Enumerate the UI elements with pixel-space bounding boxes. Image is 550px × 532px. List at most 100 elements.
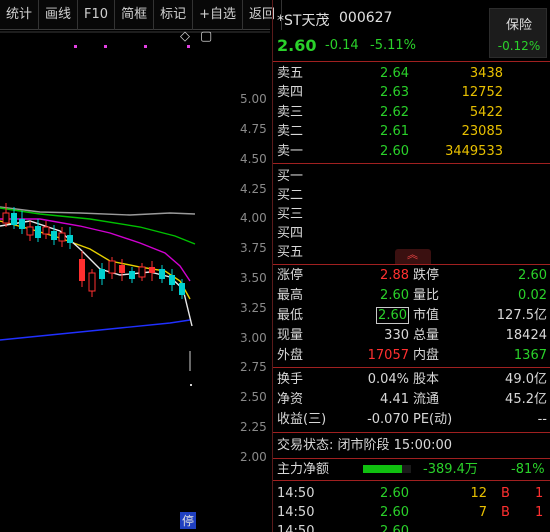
- trading-status: 交易状态: 闭市阶段 15:00:00: [277, 438, 453, 453]
- total-shares-label: 股本: [413, 372, 440, 387]
- orderbook-divider: [273, 163, 550, 164]
- volume-ratio-value: 0.02: [518, 288, 547, 303]
- tick-side: B: [501, 505, 510, 520]
- tick-row[interactable]: 14:50 2.60 12 B 1: [273, 484, 550, 503]
- quote-row: 收益(三) -0.070 PE(动) --: [273, 410, 550, 429]
- tick-volume: 12: [470, 486, 487, 501]
- current-volume-label: 现量: [277, 328, 304, 343]
- total-volume-value: 18424: [505, 328, 547, 343]
- ask-volume: 12752: [461, 85, 503, 100]
- pe-value: --: [537, 412, 547, 427]
- tick-time: 14:50: [277, 505, 315, 520]
- capital-flow-pct: -81%: [511, 462, 545, 477]
- y-tick-label: 5.00: [240, 92, 267, 106]
- ask-row[interactable]: 卖二 2.61 23085: [273, 122, 550, 141]
- y-tick-label: 4.00: [240, 211, 267, 225]
- ask-volume: 3438: [469, 66, 503, 81]
- collapse-orderbook-button[interactable]: ︽: [395, 248, 431, 265]
- y-tick-label: 2.25: [240, 420, 267, 434]
- ask-volume: 5422: [469, 105, 503, 120]
- kline-svg[interactable]: [0, 31, 270, 532]
- quote-panel: *ST天茂 000627 2.60 -0.14 -5.11% 保险 -0.12%…: [272, 0, 550, 532]
- ask-label: 卖二: [277, 124, 304, 139]
- pe-label: PE(动): [413, 412, 453, 427]
- y-tick-label: 4.75: [240, 122, 267, 136]
- quote-row: 外盘 17057 内盘 1367: [273, 346, 550, 365]
- limit-down-value: 2.60: [518, 268, 547, 283]
- tick-row[interactable]: 14:50 2.60: [273, 522, 550, 532]
- y-tick-label: 3.00: [240, 331, 267, 345]
- tick-volume: 7: [478, 505, 487, 520]
- low-value: 2.60: [313, 306, 409, 325]
- ma120-line: [0, 206, 196, 216]
- capital-flow-value: -389.4万: [423, 462, 478, 477]
- limit-down-label: 跌停: [413, 268, 440, 283]
- toolbar-f10-button[interactable]: F10: [78, 0, 116, 30]
- toolbar-simple-frame-button[interactable]: 简框: [115, 0, 155, 30]
- inner-volume-value: 1367: [513, 348, 547, 363]
- bid-label: 买五: [277, 245, 304, 260]
- high-value: 2.60: [380, 288, 409, 303]
- capital-flow-bar-track: [363, 465, 411, 473]
- capital-flow-bar-fill: [363, 465, 402, 473]
- y-tick-label: 2.75: [240, 360, 267, 374]
- ask-row[interactable]: 卖三 2.62 5422: [273, 103, 550, 122]
- tick-row[interactable]: 14:50 2.60 7 B 1: [273, 503, 550, 522]
- ask-row[interactable]: 卖四 2.63 12752: [273, 83, 550, 102]
- quote-divider: [273, 432, 550, 433]
- tick-count: 1: [535, 486, 544, 501]
- bid-row[interactable]: 买三: [273, 205, 550, 224]
- low-value-box: 2.60: [376, 307, 409, 324]
- toolbar-draw-button[interactable]: 画线: [39, 0, 79, 30]
- turnover-value: 0.04%: [367, 372, 409, 387]
- y-tick-label: 4.25: [240, 182, 267, 196]
- toolbar-mark-button[interactable]: 标记: [154, 0, 194, 30]
- low-label: 最低: [277, 308, 304, 323]
- suspension-badge: 停: [180, 512, 197, 529]
- y-tick-label: 4.50: [240, 152, 267, 166]
- quote-row: 涨停 2.88 跌停 2.60: [273, 266, 550, 285]
- eps-value: -0.070: [367, 412, 409, 427]
- toolbar-stats-button[interactable]: 统计: [0, 0, 40, 30]
- bid-label: 买一: [277, 169, 304, 184]
- y-tick-label: 2.00: [240, 450, 267, 464]
- quote-divider: [273, 264, 550, 265]
- signal-dot: [74, 45, 77, 48]
- tick-side: B: [501, 486, 510, 501]
- ask-row[interactable]: 卖一 2.60 3449533: [273, 142, 550, 161]
- panel-toggle-icon[interactable]: ▢: [200, 29, 212, 44]
- chart-toolbar: 统计 画线 F10 简框 标记 +自选 返回: [0, 0, 283, 30]
- quote-row: 最高 2.60 量比 0.02: [273, 286, 550, 305]
- ask-price: 2.62: [380, 105, 409, 120]
- price-change-pct: -5.11%: [370, 38, 416, 53]
- float-shares-value: 45.2亿: [505, 392, 547, 407]
- quote-divider: [273, 367, 550, 368]
- turnover-label: 换手: [277, 372, 304, 387]
- bid-label: 买四: [277, 226, 304, 241]
- high-label: 最高: [277, 288, 304, 303]
- outer-volume-value: 17057: [367, 348, 409, 363]
- signal-dot: [144, 45, 147, 48]
- volume-ratio-label: 量比: [413, 288, 440, 303]
- stock-code: 000627: [339, 10, 393, 26]
- diamond-marker-icon[interactable]: ◇: [180, 29, 190, 44]
- ask-row[interactable]: 卖五 2.64 3438: [273, 64, 550, 83]
- ask-label: 卖四: [277, 85, 304, 100]
- collapse-chevron-icon: ︽: [407, 248, 418, 261]
- stock-header: *ST天茂 000627 2.60 -0.14 -5.11% 保险 -0.12%: [273, 0, 550, 62]
- limit-up-label: 涨停: [277, 268, 304, 283]
- quote-row: 净资 4.41 流通 45.2亿: [273, 390, 550, 409]
- outer-volume-label: 外盘: [277, 348, 304, 363]
- bid-row[interactable]: 买四: [273, 224, 550, 243]
- capital-flow-row[interactable]: 主力净额 -389.4万 -81%: [273, 460, 550, 479]
- toolbar-add-watchlist-button[interactable]: +自选: [193, 0, 243, 30]
- bid-row[interactable]: 买一: [273, 167, 550, 186]
- tick-price: 2.60: [380, 524, 409, 532]
- ask-label: 卖五: [277, 66, 304, 81]
- quote-row: 现量 330 总量 18424: [273, 326, 550, 345]
- bid-row[interactable]: 买二: [273, 186, 550, 205]
- kline-chart[interactable]: 5.00 4.75 4.50 4.25 4.00 3.75 3.50 3.25 …: [0, 29, 270, 532]
- tick-count: 1: [535, 505, 544, 520]
- price-change: -0.14: [325, 38, 359, 53]
- industry-tile[interactable]: 保险 -0.12%: [489, 8, 547, 58]
